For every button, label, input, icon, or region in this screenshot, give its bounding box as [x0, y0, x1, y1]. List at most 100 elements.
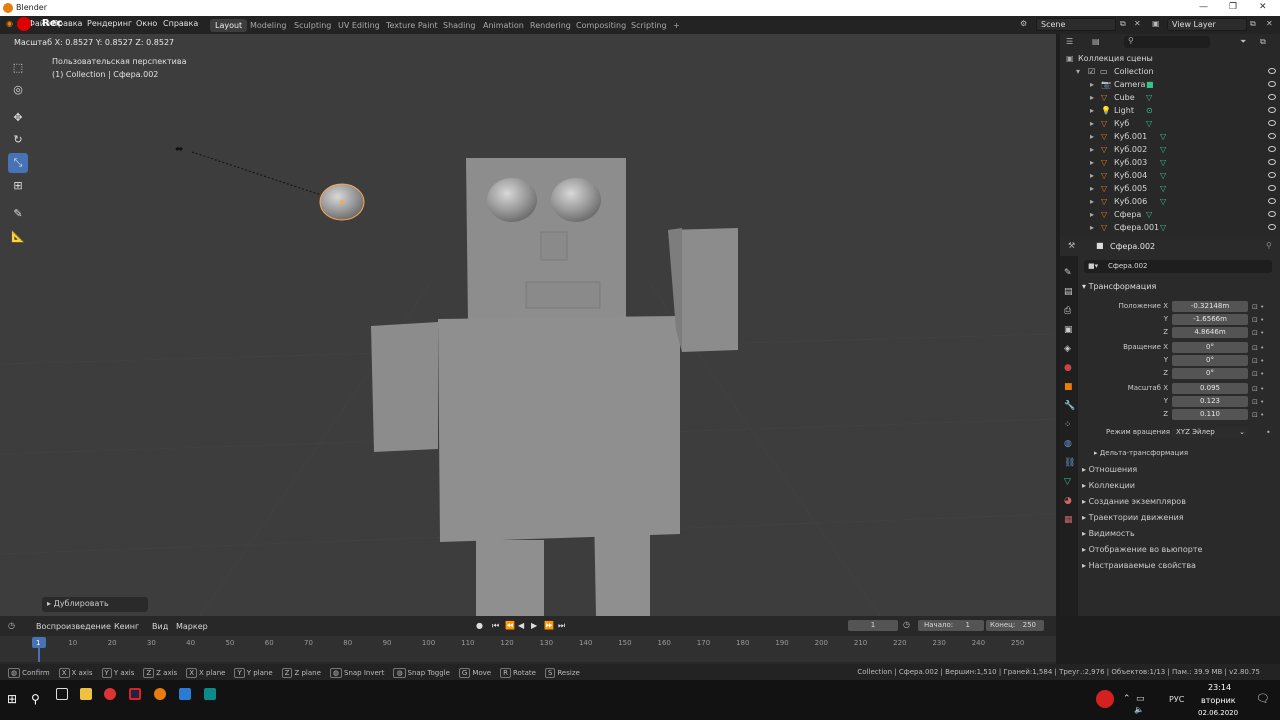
rotation-x-field[interactable]: 0° — [1172, 342, 1248, 353]
tab-modeling[interactable]: Modeling — [245, 19, 291, 32]
scale-x-field[interactable]: 0.095 — [1172, 383, 1248, 394]
cursor-tool-icon[interactable]: ◎ — [8, 80, 28, 100]
tray-volume-icon[interactable]: 🔈 — [1134, 705, 1144, 714]
visibility-eye-icon[interactable] — [1268, 146, 1276, 152]
task-view-icon[interactable] — [56, 688, 68, 700]
lock-icon[interactable]: ⊡ • — [1252, 383, 1264, 396]
expand-icon[interactable]: ▸ — [1090, 210, 1094, 219]
add-workspace-button[interactable]: + — [668, 19, 685, 32]
property-section-header[interactable]: ▸ Настраиваемые свойства — [1082, 561, 1196, 570]
outliner-editor-icon[interactable]: ☰ — [1066, 37, 1073, 46]
mesh-data-icon[interactable]: ▽ — [1160, 223, 1166, 232]
windows-start-icon[interactable]: ⊞ — [7, 692, 17, 706]
play-icon[interactable]: ▶ — [531, 621, 537, 630]
mesh-data-icon[interactable]: ▽ — [1160, 145, 1166, 154]
tray-language[interactable]: РУС — [1169, 695, 1184, 704]
jump-end-icon[interactable]: ⏭ — [558, 621, 565, 631]
scale-z-field[interactable]: 0.110 — [1172, 409, 1248, 420]
lock-icon[interactable]: ⊡ • — [1252, 396, 1264, 409]
outliner-item[interactable]: ▸ ▽ Куб.001 ▽ — [1060, 131, 1280, 144]
auto-keying-icon[interactable]: ◷ — [903, 620, 910, 629]
tab-scripting[interactable]: Scripting — [626, 19, 672, 32]
app-icon[interactable] — [129, 688, 141, 700]
menu-window[interactable]: Окно — [136, 19, 157, 28]
measure-tool-icon[interactable]: 📐 — [8, 227, 28, 247]
visibility-eye-icon[interactable] — [1268, 68, 1276, 74]
3d-viewport[interactable]: ⬌ Масштаб X: 0.8527 Y: 0.8527 Z: 0.8527 … — [0, 34, 1056, 616]
particles-tab-icon[interactable]: ⁘ — [1064, 416, 1075, 435]
rotation-mode-select[interactable]: XYZ Эйлер ⌄ — [1172, 427, 1248, 438]
outliner-item[interactable]: ▸ ▽ Куб ▽ — [1060, 118, 1280, 131]
robot-nose[interactable] — [540, 231, 568, 261]
expand-icon[interactable]: ▸ — [1090, 145, 1094, 154]
robot-arm-left[interactable] — [371, 322, 438, 452]
mesh-data-icon[interactable]: ▽ — [1160, 197, 1166, 206]
search-icon[interactable]: ⚲ — [31, 692, 40, 706]
rotate-tool-icon[interactable]: ↻ — [8, 130, 28, 150]
current-frame-field[interactable]: 1 — [848, 620, 898, 631]
new-scene-icon[interactable]: ⧉ — [1120, 19, 1126, 29]
expand-icon[interactable]: ▾ — [1076, 67, 1080, 76]
scale-tool-icon[interactable]: ⤡ — [8, 153, 28, 173]
outliner-item[interactable]: ▸ ▽ Сфера ▽ — [1060, 209, 1280, 222]
location-x-field[interactable]: -0.32148m — [1172, 301, 1248, 312]
tab-texture-paint[interactable]: Texture Paint — [381, 19, 443, 32]
blender-taskbar-icon[interactable] — [154, 688, 166, 700]
timeline-editor-icon[interactable]: ◷ — [8, 621, 15, 630]
next-keyframe-icon[interactable]: ⏩ — [544, 621, 554, 630]
constraints-tab-icon[interactable]: ⛓ — [1064, 454, 1075, 473]
outliner-search-input[interactable]: ⚲ — [1124, 36, 1210, 48]
lock-icon[interactable]: ⊡ • — [1252, 314, 1264, 327]
output-tab-icon[interactable]: ⎙ — [1064, 302, 1075, 321]
clock-time[interactable]: 23:14 — [1208, 683, 1231, 692]
tab-shading[interactable]: Shading — [438, 19, 481, 32]
last-operator-panel[interactable]: ▸ Дублировать — [42, 597, 148, 612]
properties-editor-icon[interactable]: ⚒ — [1068, 241, 1075, 250]
outliner-item[interactable]: ▸ ▽ Cube ▽ — [1060, 92, 1280, 105]
mesh-data-icon[interactable]: ▽ — [1160, 184, 1166, 193]
tray-antivirus-icon[interactable] — [1096, 690, 1114, 708]
expand-icon[interactable]: ▸ — [1090, 184, 1094, 193]
visibility-eye-icon[interactable] — [1268, 81, 1276, 87]
mesh-data-icon[interactable]: ▽ — [1160, 171, 1166, 180]
expand-icon[interactable]: ▸ — [1090, 106, 1094, 115]
location-z-field[interactable]: 4.8646m — [1172, 327, 1248, 338]
expand-icon[interactable]: ▸ — [1090, 197, 1094, 206]
tray-network-icon[interactable]: ▭ — [1136, 694, 1145, 704]
world-tab-icon[interactable]: ● — [1064, 359, 1075, 378]
outliner-root[interactable]: ▣ Коллекция сцены — [1060, 53, 1280, 66]
lock-icon[interactable]: ⊡ • — [1252, 327, 1264, 340]
outliner-item[interactable]: ▸ ▽ Куб.005 ▽ — [1060, 183, 1280, 196]
outliner-item[interactable]: ▸ ▽ Сфера.001 ▽ — [1060, 222, 1280, 235]
expand-icon[interactable]: ▸ — [1090, 158, 1094, 167]
object-tab-icon[interactable]: ■ — [1064, 378, 1075, 397]
outliner-item[interactable]: ▸ ▽ Куб.002 ▽ — [1060, 144, 1280, 157]
keyframe-dot[interactable]: • — [1266, 428, 1271, 437]
view-layer-tab-icon[interactable]: ▣ — [1064, 321, 1075, 340]
yandex-browser-icon[interactable] — [104, 688, 116, 700]
checkbox-icon[interactable]: ☑ — [1088, 67, 1095, 76]
annotate-tool-icon[interactable]: ✎ — [8, 204, 28, 224]
property-section-header[interactable]: ▸ Отношения — [1082, 465, 1137, 474]
tab-sculpting[interactable]: Sculpting — [289, 19, 336, 32]
physics-tab-icon[interactable]: ◍ — [1064, 435, 1075, 454]
notifications-icon[interactable]: 🗨 — [1256, 692, 1270, 705]
outliner-item[interactable]: ▸ ▽ Куб.004 ▽ — [1060, 170, 1280, 183]
robot-body[interactable] — [438, 316, 680, 542]
outliner-collection[interactable]: ▾ ☑ ▭ Collection — [1060, 66, 1280, 79]
camera-data-icon[interactable]: ■ — [1146, 80, 1154, 89]
outliner-item[interactable]: ▸ 📷 Camera ■ — [1060, 79, 1280, 92]
lock-icon[interactable]: ⊡ • — [1252, 301, 1264, 314]
visibility-eye-icon[interactable] — [1268, 185, 1276, 191]
property-section-header[interactable]: ▸ Отображение во вьюпорте — [1082, 545, 1202, 554]
menu-help[interactable]: Справка — [163, 19, 198, 28]
expand-icon[interactable]: ▸ — [1090, 132, 1094, 141]
visibility-eye-icon[interactable] — [1268, 159, 1276, 165]
file-explorer-icon[interactable] — [80, 688, 92, 700]
minimize-icon[interactable]: — — [1199, 2, 1208, 12]
blender-menu-icon[interactable]: ◉ — [6, 19, 13, 28]
robot-eye-left[interactable] — [487, 178, 537, 222]
robot-leg-right[interactable] — [594, 510, 650, 616]
prev-keyframe-icon[interactable]: ⏪ — [505, 621, 515, 630]
texture-tab-icon[interactable]: ▦ — [1064, 511, 1075, 530]
